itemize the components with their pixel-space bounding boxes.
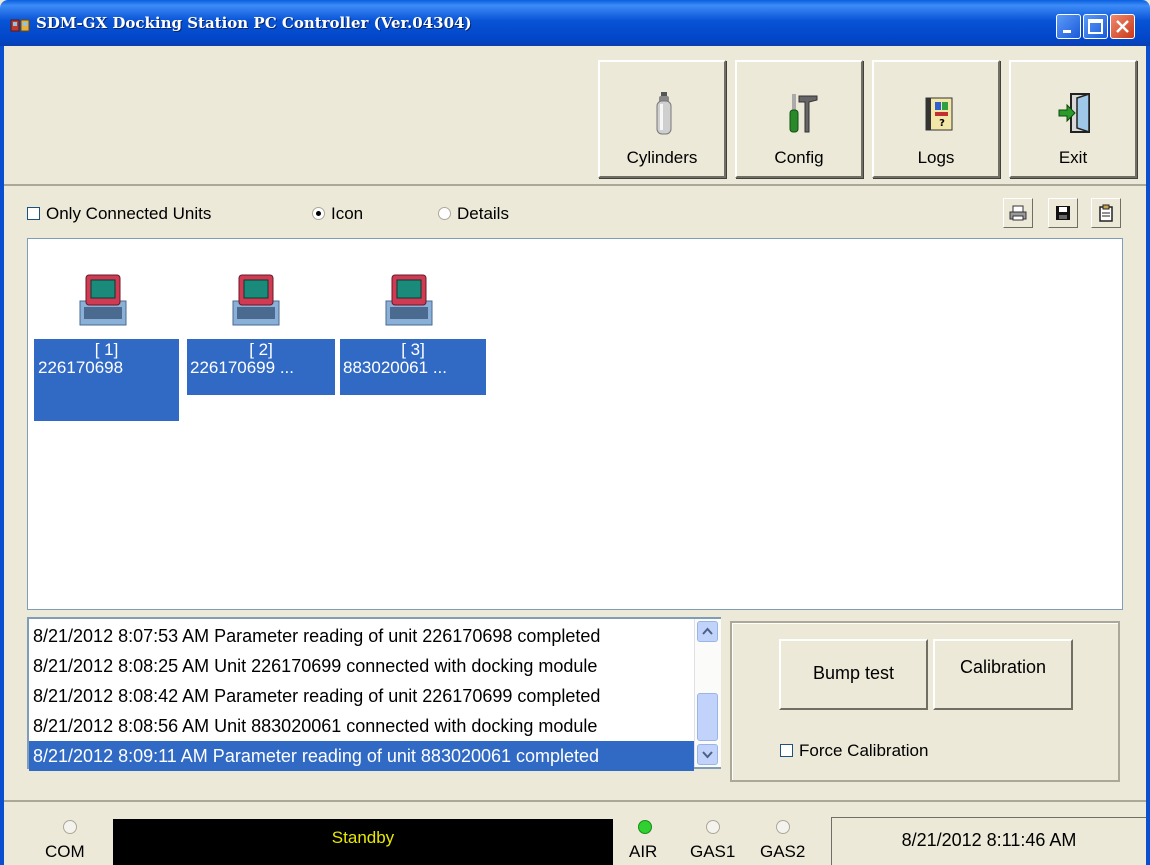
svg-text:?: ? (939, 118, 945, 129)
status-message: Standby (113, 819, 613, 865)
exit-door-icon (1058, 92, 1090, 134)
minimize-button[interactable] (1056, 14, 1081, 39)
window-frame-right (1146, 46, 1150, 865)
logs-label: Logs (917, 148, 955, 167)
only-connected-label: Only Connected Units (46, 204, 212, 223)
scroll-down-button[interactable] (697, 744, 718, 765)
gas2-label: GAS2 (760, 842, 806, 861)
gas2-indicator-icon (776, 820, 790, 834)
bump-test-button[interactable]: Bump test (779, 639, 928, 710)
maximize-icon (1088, 19, 1103, 34)
config-label: Config (774, 148, 824, 167)
log-line[interactable]: 8/21/2012 8:08:25 AM Unit 226170699 conn… (29, 651, 694, 681)
maximize-button[interactable] (1083, 14, 1108, 39)
radio-icon-selected[interactable] (312, 207, 325, 220)
close-icon (1116, 20, 1129, 33)
calibration-button[interactable]: Calibration (933, 639, 1073, 710)
close-button[interactable] (1110, 14, 1135, 39)
clipboard-icon (1099, 204, 1113, 222)
clipboard-button[interactable] (1091, 198, 1121, 228)
log-line[interactable]: 8/21/2012 8:08:42 AM Parameter reading o… (29, 681, 694, 711)
gas1-indicator-icon (706, 820, 720, 834)
minimize-icon (1063, 30, 1071, 33)
test-actions-panel: Bump test Calibration Force Calibration (730, 621, 1120, 782)
docking-unit-icon (232, 274, 280, 326)
unit-index: [ 2] (249, 340, 273, 359)
force-calibration-label: Force Calibration (799, 741, 929, 760)
cylinders-button[interactable]: Cylinders (598, 60, 726, 178)
window-title: SDM-GX Docking Station PC Controller (Ve… (36, 14, 472, 32)
print-button[interactable] (1003, 198, 1033, 228)
log-line-selected[interactable]: 8/21/2012 8:09:11 AM Parameter reading o… (29, 741, 694, 771)
event-log-list[interactable]: 8/21/2012 8:07:53 AM Parameter reading o… (27, 617, 721, 771)
force-calibration-checkbox[interactable]: Force Calibration (780, 741, 928, 761)
config-button[interactable]: Config (735, 60, 863, 178)
docking-unit-icon (79, 274, 127, 326)
scroll-up-button[interactable] (697, 621, 718, 642)
unit-serial: 226170698 (38, 358, 124, 377)
log-lines: 8/21/2012 8:07:53 AM Parameter reading o… (29, 621, 694, 771)
toolbar: Cylinders Config ? Logs Exit (4, 46, 1146, 186)
unit-label: [ 2] 226170699 ... (187, 339, 335, 395)
log-line[interactable]: 8/21/2012 8:08:56 AM Unit 883020061 conn… (29, 711, 694, 741)
gas1-label: GAS1 (690, 842, 736, 861)
com-label: COM (45, 842, 85, 861)
units-panel[interactable]: [ 1] 226170698 [ 2] 226170699 ... [ 3] 8… (27, 238, 1123, 610)
log-scrollbar[interactable] (694, 619, 721, 767)
unit-serial: 226170699 ... (190, 358, 294, 377)
view-icon-radio[interactable]: Icon (312, 204, 363, 224)
tools-icon (789, 94, 818, 133)
printer-icon (1009, 205, 1027, 221)
com-indicator-icon (63, 820, 77, 834)
title-bar[interactable]: SDM-GX Docking Station PC Controller (Ve… (0, 0, 1150, 46)
unit-label: [ 3] 883020061 ... (340, 339, 486, 395)
unit-serial: 883020061 ... (343, 358, 447, 377)
unit-index: [ 3] (401, 340, 425, 359)
exit-button[interactable]: Exit (1009, 60, 1137, 178)
chevron-down-icon (702, 751, 713, 759)
unit-index: [ 1] (94, 340, 119, 359)
view-details-label: Details (457, 204, 509, 223)
cylinders-label: Cylinders (626, 148, 698, 167)
view-icon-label: Icon (331, 204, 364, 223)
only-connected-checkbox[interactable]: Only Connected Units (27, 204, 211, 224)
scroll-thumb[interactable] (697, 693, 718, 741)
unit-label: [ 1] 226170698 (34, 339, 179, 421)
save-button[interactable] (1048, 198, 1078, 228)
logs-button[interactable]: ? Logs (872, 60, 1000, 178)
log-line[interactable]: 8/21/2012 8:07:53 AM Parameter reading o… (29, 621, 694, 651)
radio-details[interactable] (438, 207, 451, 220)
air-indicator-icon (638, 820, 652, 834)
datetime-display: 8/21/2012 8:11:46 AM (831, 817, 1146, 865)
checkbox-box[interactable] (780, 744, 793, 757)
gas-cylinder-icon (656, 92, 672, 135)
checkbox-box[interactable] (27, 207, 40, 220)
floppy-disk-icon (1056, 206, 1070, 220)
chevron-up-icon (702, 627, 713, 635)
view-details-radio[interactable]: Details (438, 204, 509, 224)
logbook-icon: ? (925, 97, 953, 131)
docking-unit-icon (385, 274, 433, 326)
app-icon (10, 19, 30, 32)
exit-label: Exit (1058, 148, 1088, 167)
air-label: AIR (629, 842, 658, 861)
